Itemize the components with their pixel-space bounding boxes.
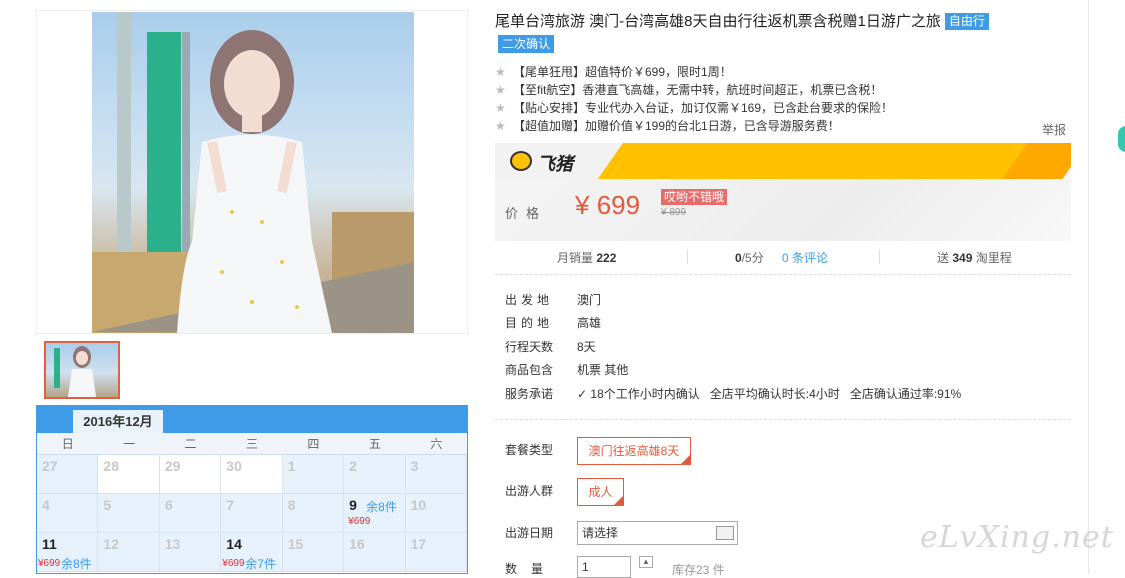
star-icon: ★: [495, 119, 506, 133]
calendar-weekdays: 日 一 二 三 四 五 六: [37, 433, 467, 455]
check-icon: ✓: [577, 387, 588, 401]
weekday-sun: 日: [61, 437, 74, 451]
calendar-day: 27: [37, 455, 99, 494]
calendar-day: 8: [282, 494, 345, 533]
fliggy-logo-text: 飞猪: [537, 154, 573, 174]
day-remaining: 余7件: [245, 557, 276, 571]
days-row: 行程天数 8天: [505, 340, 596, 354]
weekday-wed: 三: [245, 437, 258, 451]
includes-row: 商品包含 机票 其他: [505, 363, 629, 377]
side-float-tab[interactable]: [1118, 126, 1125, 152]
rating: 0/5分: [735, 251, 764, 265]
calendar-month-tab[interactable]: 2016年12月: [73, 410, 163, 433]
product-title-text: 尾单台湾旅游 澳门-台湾高雄8天自由行往返机票含税赠1日游广之旅: [495, 13, 941, 30]
fliggy-banner: 飞猪: [495, 143, 1071, 179]
feature-item: ★ 【贴心安排】专业代办入台证，加订仅需￥169，已含赴台要求的保险！: [495, 101, 894, 115]
package-option[interactable]: 澳门往返高雄8天: [577, 437, 691, 465]
group-option-adult[interactable]: 成人: [577, 478, 624, 506]
report-link[interactable]: 举报: [1042, 121, 1066, 138]
monthly-sales: 月销量 222: [557, 251, 617, 265]
feature-item: ★ 【至fit航空】香港直飞高雄，无需中转，航班时间超正，机票已含税！: [495, 83, 883, 97]
weekday-thu: 四: [307, 437, 320, 451]
day-price: ¥699: [222, 558, 245, 569]
price-label: 价格: [505, 206, 548, 221]
price-value: ¥ 699: [575, 190, 641, 220]
travel-date-input[interactable]: 请选择: [577, 521, 738, 545]
calendar-day-available[interactable]: 9 余8件 ¥699: [344, 494, 406, 533]
star-icon: ★: [495, 101, 506, 115]
calendar-day: 30: [221, 455, 283, 494]
product-photo-image: [92, 12, 414, 333]
day-price: ¥699: [38, 558, 61, 569]
product-title: 尾单台湾旅游 澳门-台湾高雄8天自由行往返机票含税赠1日游广之旅 自由行: [495, 11, 1055, 33]
calendar-day: 1: [282, 455, 345, 494]
calendar-grid: 27 28 29 30 1 2 3 4 5 6 7 8 9 余8件 ¥699 1…: [37, 455, 467, 572]
calendar-day: 4: [37, 494, 99, 533]
star-icon: ★: [495, 65, 506, 79]
thumbnail-illustration: [54, 346, 96, 397]
feature-item: ★ 【超值加赠】加赠价值￥199的台北1日游，已含导游服务费！: [495, 119, 840, 133]
divider: [495, 419, 1071, 420]
price-box: 价格 ¥ 699 哎哟不错哦 ¥ 899: [495, 179, 1071, 241]
calendar-day: 7: [221, 494, 283, 533]
site-watermark: eLvXing.net: [920, 520, 1114, 555]
departure-calendar: 2016年12月 日 一 二 三 四 五 六 27 28 29 30 1 2 3…: [36, 405, 468, 574]
day-remaining: 余8件: [366, 500, 397, 514]
calendar-day: 6: [159, 494, 222, 533]
stats-divider: [687, 250, 688, 264]
calendar-day: 16: [344, 533, 406, 572]
stock-count: 库存23 件: [672, 563, 725, 577]
banner-yellow-strip: [597, 143, 1071, 179]
calendar-day-available[interactable]: 11 ¥699 余8件: [37, 533, 99, 572]
divider: [495, 274, 1071, 275]
weekday-tue: 二: [184, 437, 197, 451]
calendar-day: 13: [159, 533, 222, 572]
girl-photo-illustration: [92, 12, 414, 333]
calendar-day: 17: [405, 533, 467, 572]
calendar-day: 28: [98, 455, 160, 494]
day-remaining: 余8件: [61, 557, 92, 571]
quantity-increase-button[interactable]: ▲: [639, 556, 653, 568]
date-label: 出游日期: [505, 526, 554, 540]
weekday-mon: 一: [123, 437, 136, 451]
calendar-icon[interactable]: [716, 526, 734, 540]
star-icon: ★: [495, 83, 506, 97]
free-travel-tag: 自由行: [944, 13, 989, 30]
stats-divider: [879, 250, 880, 264]
calendar-day-available[interactable]: 14 ¥699 余7件: [221, 533, 283, 572]
quantity-input[interactable]: 1: [577, 556, 631, 578]
main-product-photo[interactable]: [36, 10, 468, 334]
calendar-header: 2016年12月: [37, 406, 467, 433]
original-price: ¥ 899: [661, 207, 687, 218]
package-label: 套餐类型: [505, 443, 554, 457]
thumbnail-1[interactable]: [44, 341, 120, 399]
second-confirm-tag: 二次确认: [498, 35, 555, 53]
calendar-day: 12: [98, 533, 160, 572]
qty-label: 数量: [505, 562, 558, 576]
reviews-link[interactable]: 0 条评论: [782, 249, 828, 266]
calendar-day: 2: [344, 455, 406, 494]
calendar-day: 10: [405, 494, 467, 533]
group-label: 出游人群: [505, 484, 554, 498]
feature-item: ★ 【尾单狂甩】超值特价￥699，限时1周！: [495, 65, 732, 79]
calendar-day: 5: [98, 494, 160, 533]
destination-row: 目的地 高雄: [505, 316, 602, 330]
calendar-day: 15: [282, 533, 345, 572]
weekday-fri: 五: [368, 437, 381, 451]
calendar-day: 29: [159, 455, 222, 494]
promise-row: 服务承诺 ✓ 18个工作小时内确认 全店平均确认时长:4小时 全店确认通过率:91…: [505, 387, 962, 401]
calendar-day: 3: [405, 455, 467, 494]
mileage: 送 349 淘里程: [937, 251, 1012, 265]
page-divider: [1088, 0, 1089, 574]
departure-row: 出发地 澳门: [505, 293, 602, 307]
day-price: ¥699: [348, 516, 371, 527]
price-badge: 哎哟不错哦: [661, 189, 728, 205]
fliggy-logo-icon: [510, 151, 532, 171]
sales-stats: 月销量 222 0/5分 0 条评论 送 349 淘里程: [495, 245, 1071, 269]
weekday-sat: 六: [430, 437, 443, 451]
